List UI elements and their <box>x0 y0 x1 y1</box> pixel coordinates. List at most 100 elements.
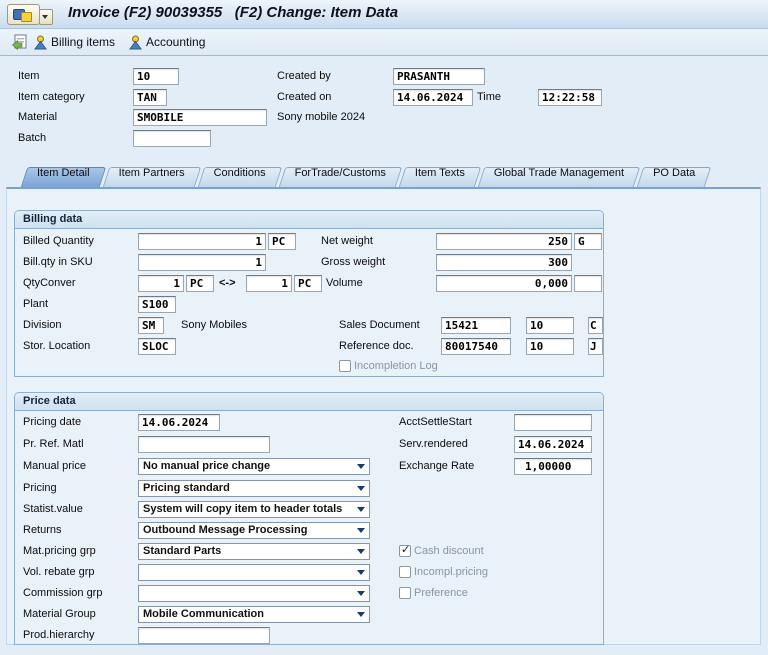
pricing-select[interactable]: Pricing standard <box>138 480 370 497</box>
services-for-object-button[interactable] <box>7 4 40 25</box>
plant-field[interactable] <box>138 296 176 313</box>
tab-conditions[interactable]: Conditions <box>201 167 279 187</box>
incompl-pricing-label: Incompl.pricing <box>414 564 488 581</box>
price-data-title: Price data <box>15 393 603 411</box>
returns-select[interactable]: Outbound Message Processing <box>138 522 370 539</box>
price-data-groupbox: Price data Pricing date AcctSettleStart … <box>14 392 604 645</box>
bill-qty-sku-label: Bill.qty in SKU <box>23 254 93 271</box>
chevron-down-icon <box>357 549 365 554</box>
chevron-down-icon <box>357 528 365 533</box>
sales-document-item-field[interactable] <box>526 317 574 334</box>
qty-conver-unit2-field[interactable] <box>294 275 322 292</box>
reference-doc-label: Reference doc. <box>339 338 414 355</box>
volume-label: Volume <box>326 275 363 292</box>
pricing-date-field[interactable] <box>138 414 220 431</box>
sales-document-code-field[interactable] <box>588 317 603 334</box>
tab-po-data[interactable]: PO Data <box>640 167 708 187</box>
material-field[interactable] <box>133 109 267 126</box>
manual-price-select[interactable]: No manual price change <box>138 458 370 475</box>
mat-pricing-grp-select[interactable]: Standard Parts <box>138 543 370 560</box>
qty-conver-arrow: <-> <box>219 275 236 292</box>
gross-weight-field[interactable] <box>436 254 572 271</box>
incompletion-log-checkbox[interactable] <box>339 360 351 372</box>
qty-conver-value2-field[interactable] <box>246 275 292 292</box>
volume-field[interactable] <box>436 275 572 292</box>
serv-rendered-field[interactable] <box>514 436 592 453</box>
bill-qty-sku-field[interactable] <box>138 254 266 271</box>
item-category-label: Item category <box>18 89 85 106</box>
item-field[interactable] <box>133 68 179 85</box>
qty-conver-unit1-field[interactable] <box>186 275 214 292</box>
batch-label: Batch <box>18 130 46 147</box>
incompl-pricing-checkbox[interactable] <box>399 566 411 578</box>
acct-settle-start-field[interactable] <box>514 414 592 431</box>
billing-items-button[interactable]: Billing items <box>33 33 115 51</box>
division-description: Sony Mobiles <box>181 317 247 334</box>
statist-value-select[interactable]: System will copy item to header totals <box>138 501 370 518</box>
tab-global-trade-management[interactable]: Global Trade Management <box>481 167 637 187</box>
billed-quantity-unit-field[interactable] <box>268 233 296 250</box>
tab-fortrade-customs[interactable]: ForTrade/Customs <box>282 167 399 187</box>
created-on-label: Created on <box>277 89 331 106</box>
reference-doc-field[interactable] <box>441 338 511 355</box>
stor-location-field[interactable] <box>138 338 176 355</box>
vol-rebate-grp-select[interactable] <box>138 564 370 581</box>
billing-items-label: Billing items <box>51 35 115 49</box>
accounting-button[interactable]: Accounting <box>128 33 205 51</box>
chevron-down-icon <box>357 612 365 617</box>
created-by-label: Created by <box>277 68 331 85</box>
exchange-rate-field[interactable] <box>514 458 592 475</box>
cash-discount-checkbox[interactable] <box>399 545 411 557</box>
pricing-label: Pricing <box>23 480 57 497</box>
qty-conver-label: QtyConver <box>23 275 76 292</box>
acct-settle-start-label: AcctSettleStart <box>399 414 472 431</box>
accounting-label: Accounting <box>146 35 205 49</box>
reference-doc-code-field[interactable] <box>588 338 603 355</box>
chevron-down-icon <box>357 507 365 512</box>
preference-checkbox[interactable] <box>399 587 411 599</box>
prod-hierarchy-field[interactable] <box>138 627 270 644</box>
stor-location-label: Stor. Location <box>23 338 90 355</box>
net-weight-label: Net weight <box>321 233 373 250</box>
reference-doc-item-field[interactable] <box>526 338 574 355</box>
division-label: Division <box>23 317 62 334</box>
tab-item-detail[interactable]: Item Detail <box>24 167 103 187</box>
pricing-date-label: Pricing date <box>23 414 81 431</box>
material-label: Material <box>18 109 57 126</box>
net-weight-unit-field[interactable] <box>574 233 602 250</box>
preference-label: Preference <box>414 585 468 602</box>
vol-rebate-grp-label: Vol. rebate grp <box>23 564 95 581</box>
material-group-select[interactable]: Mobile Communication <box>138 606 370 623</box>
chevron-down-icon <box>357 570 365 575</box>
document-flow-button[interactable] <box>11 33 28 51</box>
sales-document-field[interactable] <box>441 317 511 334</box>
batch-field[interactable] <box>133 130 211 147</box>
services-dropdown-button[interactable] <box>39 9 53 25</box>
time-field[interactable] <box>538 89 602 106</box>
created-on-field[interactable] <box>393 89 473 106</box>
qty-conver-value1-field[interactable] <box>138 275 184 292</box>
division-field[interactable] <box>138 317 164 334</box>
services-for-object-icon-overlay <box>21 12 32 22</box>
billing-data-groupbox: Billing data Billed Quantity Net weight … <box>14 210 604 377</box>
commission-grp-select[interactable] <box>138 585 370 602</box>
volume-unit-field[interactable] <box>574 275 602 292</box>
created-by-field[interactable] <box>393 68 485 85</box>
material-group-label: Material Group <box>23 606 96 623</box>
document-flow-icon <box>11 34 28 51</box>
billed-quantity-label: Billed Quantity <box>23 233 94 250</box>
person-icon <box>128 35 143 50</box>
chevron-down-icon <box>357 591 365 596</box>
tab-item-texts[interactable]: Item Texts <box>402 167 478 187</box>
chevron-down-icon <box>357 464 365 469</box>
chevron-down-icon <box>357 486 365 491</box>
net-weight-field[interactable] <box>436 233 572 250</box>
item-category-field[interactable] <box>133 89 167 106</box>
tab-item-partners[interactable]: Item Partners <box>106 167 198 187</box>
billed-quantity-field[interactable] <box>138 233 266 250</box>
returns-label: Returns <box>23 522 62 539</box>
pr-ref-matl-field[interactable] <box>138 436 270 453</box>
window-title: Invoice (F2) 90039355 (F2) Change: Item … <box>68 4 398 21</box>
pr-ref-matl-label: Pr. Ref. Matl <box>23 436 84 453</box>
manual-price-label: Manual price <box>23 458 86 475</box>
